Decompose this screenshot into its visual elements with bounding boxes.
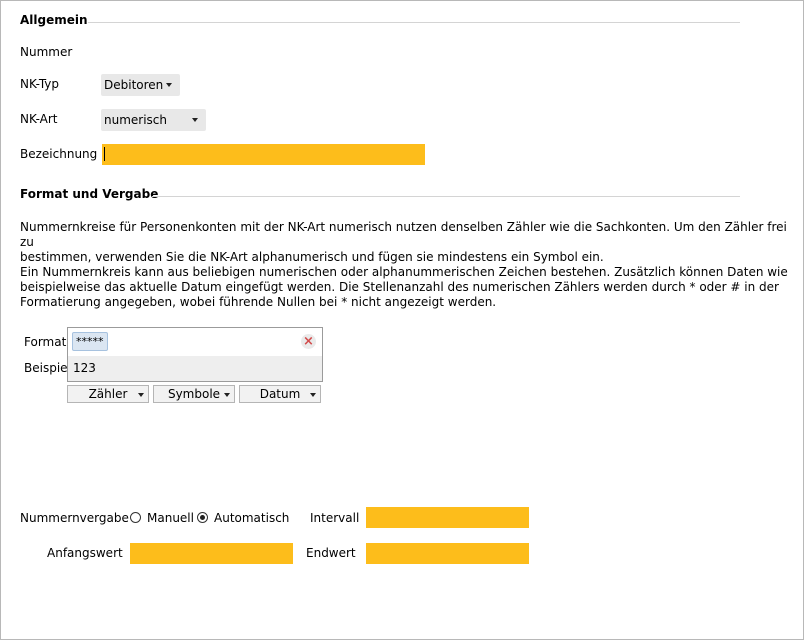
beispiel-row: 123 xyxy=(68,356,322,381)
nkart-value: numerisch xyxy=(104,113,168,127)
zaehler-button-label: Zähler xyxy=(88,387,128,401)
info-paragraph-2: Ein Nummernkreis kann aus beliebigen num… xyxy=(20,265,788,310)
radio-automatisch-label[interactable]: Automatisch xyxy=(214,511,289,525)
format-label: Format xyxy=(24,335,67,349)
radio-manuell[interactable] xyxy=(130,512,141,523)
close-icon[interactable]: × xyxy=(301,334,316,349)
anfangswert-label: Anfangswert xyxy=(47,546,123,560)
bezeichnung-label: Bezeichnung xyxy=(20,147,98,161)
section-divider xyxy=(152,196,740,197)
format-token-chip[interactable]: ***** xyxy=(72,332,108,351)
chevron-down-icon xyxy=(224,393,230,397)
paragraph-line: beispielweise das aktuelle Datum eingefü… xyxy=(20,280,779,294)
section-divider xyxy=(88,22,740,23)
datum-button[interactable]: Datum xyxy=(239,385,321,403)
paragraph-line: Formatierung angegeben, wobei führende N… xyxy=(20,295,497,309)
beispiel-label: Beispiel xyxy=(24,361,71,375)
endwert-input[interactable] xyxy=(366,543,529,564)
nktyp-label: NK-Typ xyxy=(20,77,59,91)
chevron-down-icon xyxy=(138,393,144,397)
format-editor[interactable]: ***** × 123 xyxy=(67,327,323,382)
symbole-button-label: Symbole xyxy=(167,387,221,401)
symbole-button[interactable]: Symbole xyxy=(153,385,235,403)
zaehler-button[interactable]: Zähler xyxy=(67,385,149,403)
section-title-allgemein: Allgemein xyxy=(20,13,88,27)
nkart-dropdown[interactable]: numerisch xyxy=(101,109,206,131)
bezeichnung-input[interactable] xyxy=(102,144,425,165)
endwert-label: Endwert xyxy=(306,546,356,560)
nkart-label: NK-Art xyxy=(20,112,58,126)
radio-selected-dot xyxy=(200,515,205,520)
chevron-down-icon xyxy=(166,83,172,87)
nummer-label: Nummer xyxy=(20,45,73,59)
nummernvergabe-label: Nummernvergabe xyxy=(20,511,129,525)
paragraph-line: bestimmen, verwenden Sie die NK-Art alph… xyxy=(20,250,604,264)
intervall-label: Intervall xyxy=(310,511,360,525)
beispiel-value: 123 xyxy=(73,361,96,375)
paragraph-line: Ein Nummernkreis kann aus beliebigen num… xyxy=(20,265,788,279)
chevron-down-icon xyxy=(310,393,316,397)
chevron-down-icon xyxy=(192,118,198,122)
datum-button-label: Datum xyxy=(259,387,301,401)
radio-automatisch[interactable] xyxy=(197,512,208,523)
nktyp-value: Debitoren xyxy=(104,78,164,92)
section-title-format: Format und Vergabe xyxy=(20,187,159,201)
intervall-input[interactable] xyxy=(366,507,529,528)
anfangswert-input[interactable] xyxy=(130,543,293,564)
info-paragraph-1: Nummernkreise für Personenkonten mit der… xyxy=(20,220,804,265)
paragraph-line: Nummernkreise für Personenkonten mit der… xyxy=(20,220,787,249)
text-cursor xyxy=(104,147,105,161)
nktyp-dropdown[interactable]: Debitoren xyxy=(101,74,180,96)
radio-manuell-label[interactable]: Manuell xyxy=(147,511,194,525)
